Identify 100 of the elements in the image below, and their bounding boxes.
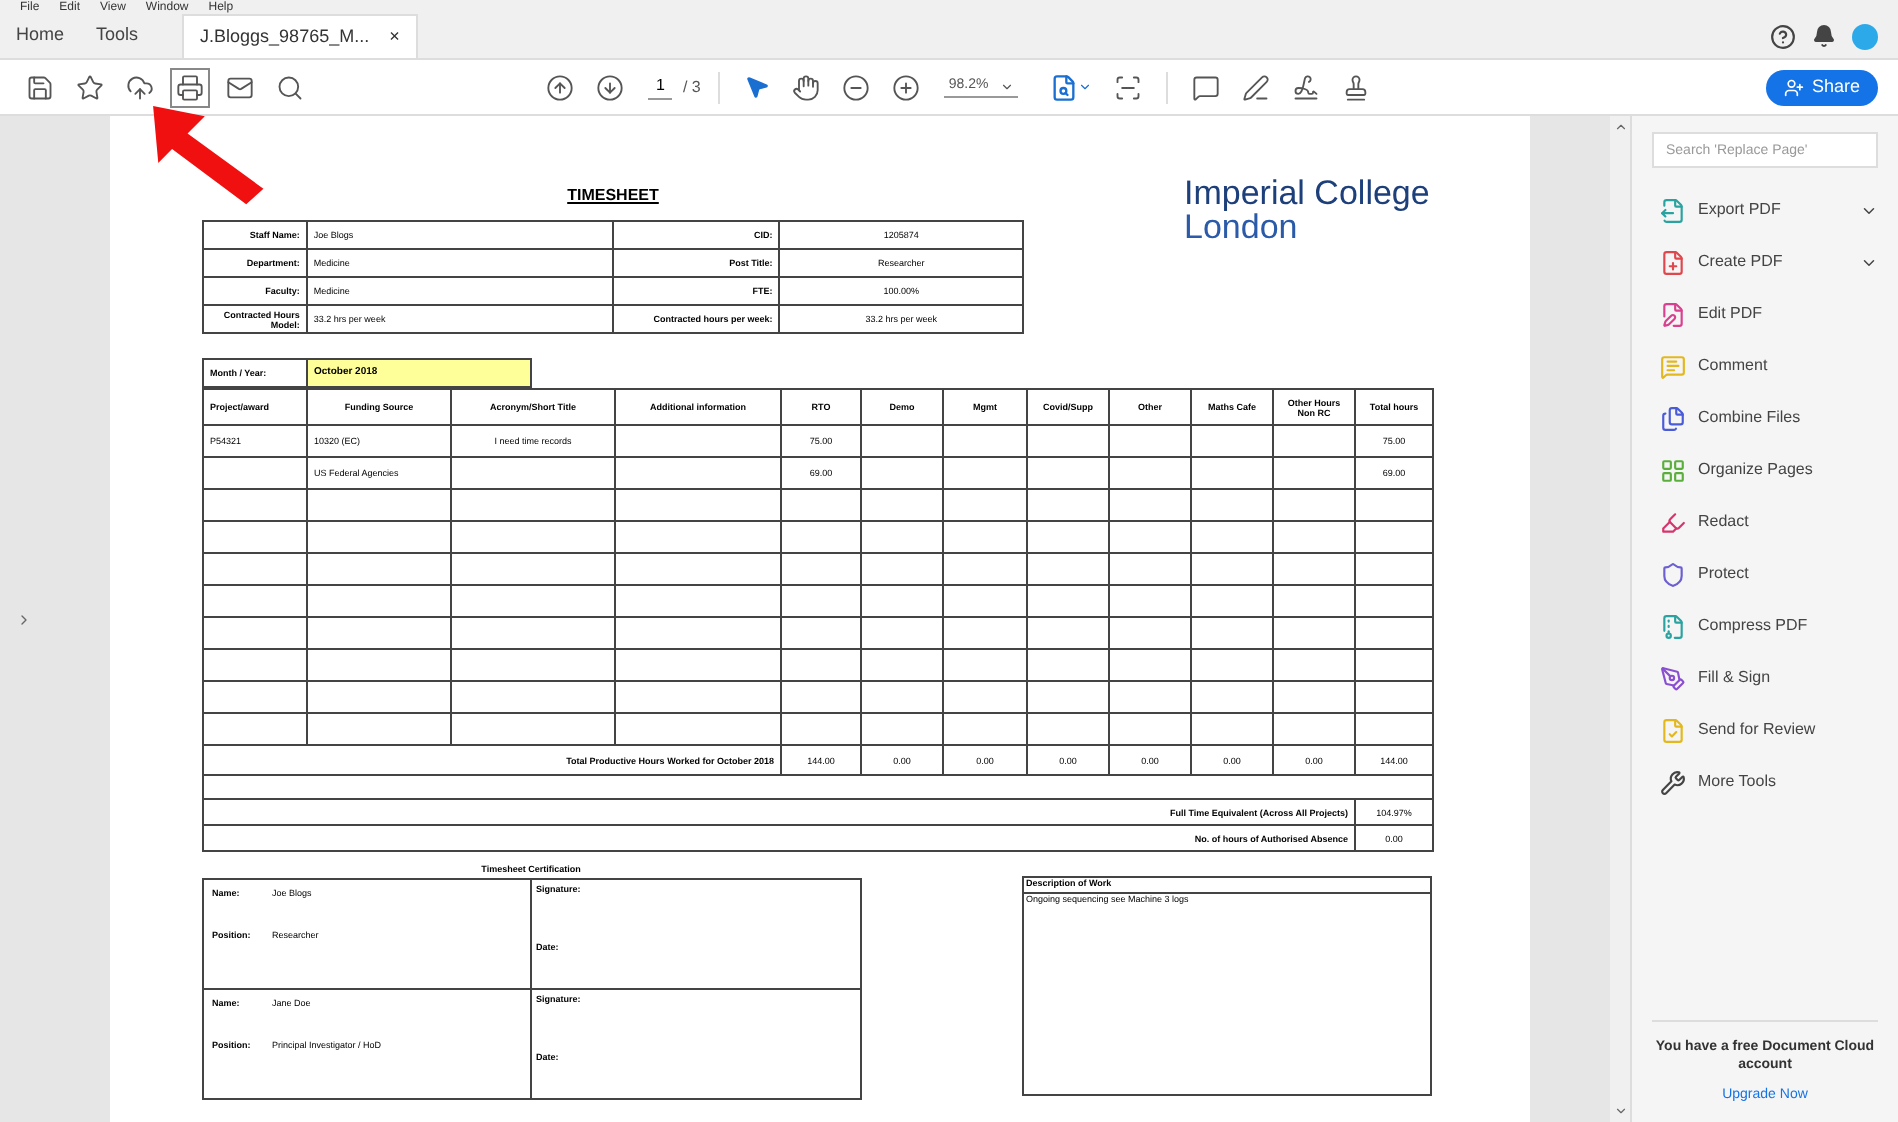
table-cell: [781, 713, 861, 745]
page-number-field[interactable]: 1: [648, 74, 673, 100]
table-cell: [1027, 617, 1109, 649]
tool-item[interactable]: Combine Files: [1652, 392, 1878, 444]
tool-item[interactable]: Compress PDF: [1652, 600, 1878, 652]
table-cell: [1273, 553, 1355, 585]
tool-item[interactable]: More Tools: [1652, 756, 1878, 808]
help-icon[interactable]: [1770, 23, 1796, 49]
table-cell: [1027, 585, 1109, 617]
table-cell: [1191, 553, 1273, 585]
table-cell: [1109, 489, 1191, 521]
tab[interactable]: Home: [0, 14, 81, 58]
table-cell: [1027, 425, 1109, 457]
table-cell: [307, 713, 451, 745]
table-cell: [307, 489, 451, 521]
tool-item[interactable]: Protect: [1652, 548, 1878, 600]
table-cell: [203, 713, 307, 745]
table-cell: [203, 681, 307, 713]
caret-icon: [1000, 79, 1015, 93]
close-icon[interactable]: ×: [389, 23, 400, 51]
table-cell: [1273, 617, 1355, 649]
table-cell: [943, 489, 1027, 521]
tool-item[interactable]: Fill & Sign: [1652, 652, 1878, 704]
tool-item[interactable]: Edit PDF: [1652, 288, 1878, 340]
table-cell: [943, 553, 1027, 585]
table-cell: [203, 649, 307, 681]
tool-item[interactable]: Export PDF: [1652, 184, 1878, 236]
table-cell: [307, 553, 451, 585]
table-cell: [1355, 649, 1433, 681]
table-cell: [781, 681, 861, 713]
table-cell: [1273, 521, 1355, 553]
table-cell: [781, 521, 861, 553]
table-cell: [1273, 649, 1355, 681]
table-cell: [1355, 585, 1433, 617]
scrollbar[interactable]: [1610, 116, 1630, 1122]
table-cell: [861, 713, 943, 745]
table-cell: [1109, 649, 1191, 681]
document-title: TIMESHEET: [567, 184, 659, 208]
table-cell: [1109, 425, 1191, 457]
table-cell: [1027, 681, 1109, 713]
table-cell: [1191, 521, 1273, 553]
print-icon[interactable]: [170, 67, 210, 107]
table-cell: [1027, 649, 1109, 681]
table-cell: [861, 521, 943, 553]
table-cell: [1355, 681, 1433, 713]
table-cell: [1027, 457, 1109, 489]
table-cell: [943, 681, 1027, 713]
table-cell: [1027, 521, 1109, 553]
share-button[interactable]: Share: [1765, 69, 1878, 105]
table-cell: [861, 681, 943, 713]
notifications-icon[interactable]: [1812, 24, 1836, 48]
tab[interactable]: Tools: [80, 14, 155, 58]
table-cell: [1109, 681, 1191, 713]
table-cell: [1191, 649, 1273, 681]
table-cell: [1027, 713, 1109, 745]
table-cell: [861, 425, 943, 457]
table-cell: [1355, 489, 1433, 521]
tool-item[interactable]: Send for Review: [1652, 704, 1878, 756]
table-cell: [1109, 553, 1191, 585]
college-logo: Imperial College London: [1184, 176, 1430, 250]
table-cell: [861, 617, 943, 649]
table-cell: [943, 585, 1027, 617]
tool-item[interactable]: Redact: [1652, 496, 1878, 548]
table-cell: [1027, 489, 1109, 521]
table-cell: [781, 489, 861, 521]
table-cell: [1355, 617, 1433, 649]
table-cell: [943, 713, 1027, 745]
table-cell: [1191, 681, 1273, 713]
scroll-up-icon[interactable]: [1613, 120, 1627, 134]
table-cell: [1109, 713, 1191, 745]
table-cell: [203, 457, 307, 489]
scroll-down-icon[interactable]: [1613, 1104, 1627, 1118]
table-cell: [1027, 553, 1109, 585]
expand-left-icon[interactable]: [16, 611, 32, 627]
table-cell: [781, 649, 861, 681]
table-cell: [1273, 457, 1355, 489]
table-cell: [307, 681, 451, 713]
tool-item[interactable]: Create PDF: [1652, 236, 1878, 288]
table-cell: [781, 617, 861, 649]
table-cell: [1355, 521, 1433, 553]
tool-item[interactable]: Organize Pages: [1652, 444, 1878, 496]
table-cell: [1109, 617, 1191, 649]
table-cell: [861, 649, 943, 681]
table-cell: [1273, 425, 1355, 457]
table-cell: [781, 585, 861, 617]
table-cell: [203, 521, 307, 553]
table-cell: [943, 425, 1027, 457]
table-cell: [1191, 457, 1273, 489]
table-cell: [203, 489, 307, 521]
table-cell: [307, 585, 451, 617]
table-cell: [781, 553, 861, 585]
table-cell: [943, 649, 1027, 681]
table-cell: [861, 457, 943, 489]
tool-item[interactable]: Comment: [1652, 340, 1878, 392]
table-cell: [1109, 521, 1191, 553]
table-cell: [307, 521, 451, 553]
table-cell: [943, 521, 1027, 553]
table-cell: [861, 585, 943, 617]
table-cell: [203, 553, 307, 585]
tab[interactable]: J.Bloggs_98765_M... ×: [182, 14, 419, 58]
